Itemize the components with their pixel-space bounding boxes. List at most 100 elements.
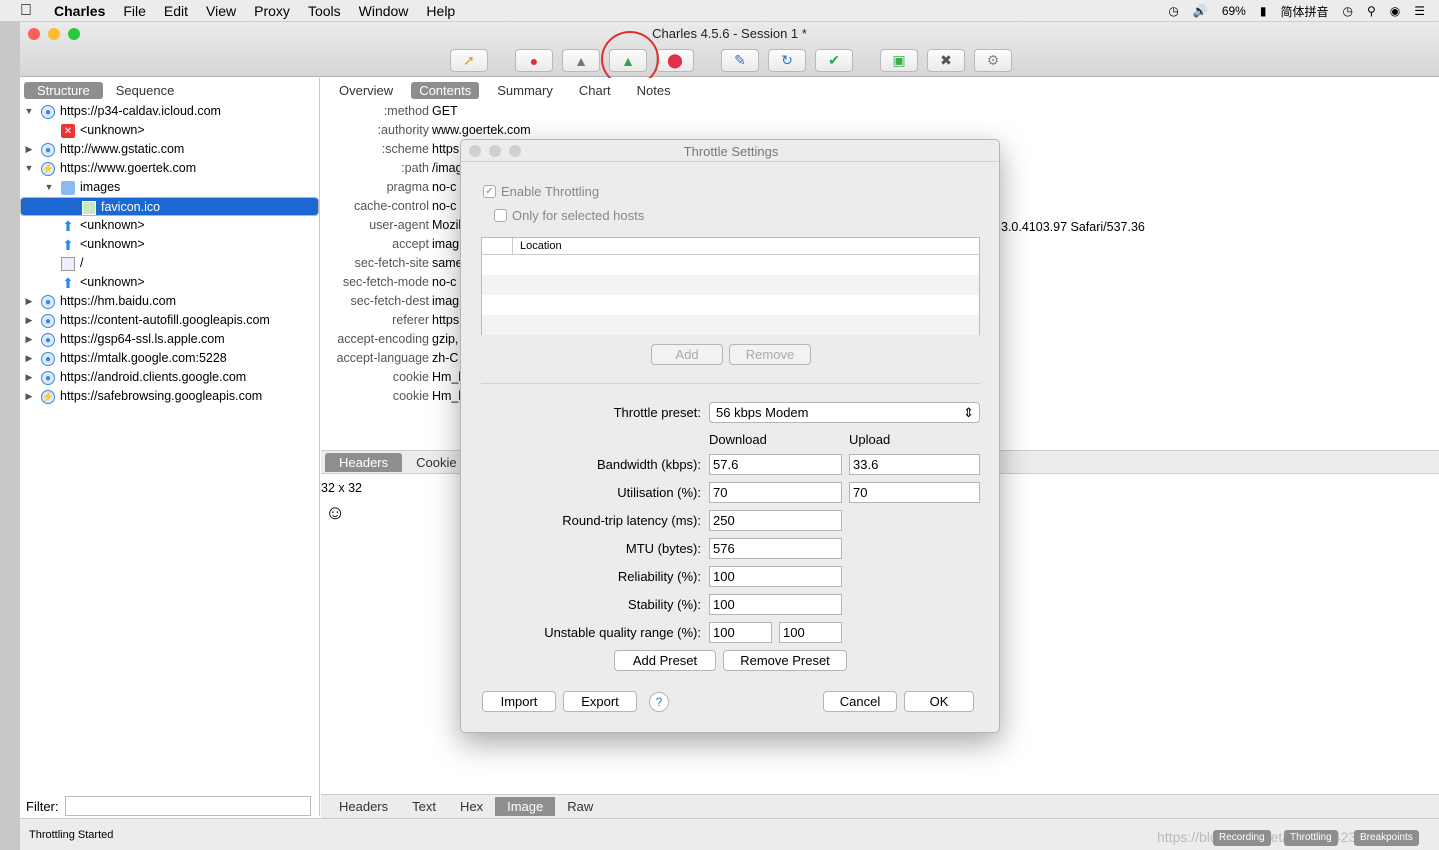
- menu-view[interactable]: View: [206, 0, 236, 22]
- disclosure-open-icon[interactable]: ▼: [24, 159, 34, 178]
- tab-overview[interactable]: Overview: [331, 82, 401, 99]
- header-row[interactable]: :authority www.goertek.com: [321, 121, 1439, 140]
- menu-window[interactable]: Window: [359, 0, 409, 22]
- spotlight-search-icon[interactable]: ⚲: [1367, 4, 1376, 18]
- apple-icon[interactable]: : [20, 0, 36, 22]
- tab-body-raw[interactable]: Raw: [555, 797, 605, 816]
- basket-button[interactable]: ▣: [880, 49, 918, 72]
- table-row[interactable]: [482, 255, 979, 275]
- tree-row[interactable]: ▶ ● https://gsp64-ssl.ls.apple.com: [20, 330, 319, 349]
- bandwidth-download-input[interactable]: 57.6: [709, 454, 842, 475]
- settings-button[interactable]: ⚙: [974, 49, 1012, 72]
- tree-row[interactable]: ▼ ⚡ https://www.goertek.com: [20, 159, 319, 178]
- add-preset-button[interactable]: Add Preset: [614, 650, 716, 671]
- disclosure-closed-icon[interactable]: ▶: [24, 311, 34, 330]
- validate-button[interactable]: ✔: [815, 49, 853, 72]
- repeat-button[interactable]: ↻: [768, 49, 806, 72]
- disclosure-closed-icon[interactable]: ▶: [24, 368, 34, 387]
- recording-status-button[interactable]: Recording: [1213, 830, 1271, 846]
- breakpoints-button[interactable]: ⬤: [656, 49, 694, 72]
- header-row[interactable]: :method GET: [321, 102, 1439, 121]
- tree-row[interactable]: ⬆ <unknown>: [20, 235, 319, 254]
- tools-button[interactable]: ✖: [927, 49, 965, 72]
- unstable-max-input[interactable]: 100: [779, 622, 842, 643]
- table-row[interactable]: [482, 315, 979, 335]
- remove-preset-button[interactable]: Remove Preset: [723, 650, 847, 671]
- latency-input[interactable]: 250: [709, 510, 842, 531]
- tree-row[interactable]: ▶ ● https://android.clients.google.com: [20, 368, 319, 387]
- ssl-proxying-button[interactable]: ▲: [562, 49, 600, 72]
- disclosure-closed-icon[interactable]: ▶: [24, 349, 34, 368]
- table-row[interactable]: [482, 295, 979, 315]
- export-button[interactable]: Export: [563, 691, 637, 712]
- tab-body-hex[interactable]: Hex: [448, 797, 495, 816]
- tree-row[interactable]: ▶ ● http://www.gstatic.com: [20, 140, 319, 159]
- bandwidth-upload-input[interactable]: 33.6: [849, 454, 980, 475]
- disclosure-closed-icon[interactable]: ▶: [24, 140, 34, 159]
- tree-row[interactable]: ▶ ● https://mtalk.google.com:5228: [20, 349, 319, 368]
- input-method[interactable]: 简体拼音: [1280, 3, 1328, 20]
- only-selected-hosts-checkbox[interactable]: Only for selected hosts: [494, 208, 644, 223]
- table-row[interactable]: [482, 275, 979, 295]
- siri-icon[interactable]: ◉: [1390, 4, 1400, 18]
- tab-contents[interactable]: Contents: [411, 81, 480, 99]
- menu-proxy[interactable]: Proxy: [254, 0, 290, 22]
- tab-body-image[interactable]: Image: [495, 797, 556, 816]
- stability-input[interactable]: 100: [709, 594, 842, 615]
- disclosure-closed-icon[interactable]: ▶: [24, 330, 34, 349]
- menu-tools[interactable]: Tools: [308, 0, 341, 22]
- menu-help[interactable]: Help: [426, 0, 455, 22]
- tab-response-headers[interactable]: Headers: [325, 452, 403, 472]
- tree-row-selected[interactable]: favicon.ico: [20, 197, 319, 216]
- clear-session-button[interactable]: ➚: [450, 49, 488, 72]
- wifi-icon[interactable]: ◷: [1168, 4, 1178, 18]
- tree-row[interactable]: /: [20, 254, 319, 273]
- clock-icon[interactable]: ◷: [1342, 4, 1352, 18]
- ok-button[interactable]: OK: [904, 691, 974, 712]
- mtu-input[interactable]: 576: [709, 538, 842, 559]
- reliability-input[interactable]: 100: [709, 566, 842, 587]
- tab-body-text[interactable]: Text: [400, 797, 448, 816]
- tab-body-headers[interactable]: Headers: [327, 797, 400, 816]
- tab-summary[interactable]: Summary: [489, 82, 561, 99]
- unstable-min-input[interactable]: 100: [709, 622, 772, 643]
- disclosure-open-icon[interactable]: ▼: [44, 178, 54, 197]
- help-icon[interactable]: ?: [649, 692, 669, 712]
- tree-row[interactable]: ▶ ⚡ https://safebrowsing.googleapis.com: [20, 387, 319, 406]
- tree-row[interactable]: ▶ ● https://content-autofill.googleapis.co…: [20, 311, 319, 330]
- enable-throttling-checkbox[interactable]: ✓ Enable Throttling: [483, 184, 599, 199]
- location-table[interactable]: Location: [481, 237, 980, 335]
- tree-row[interactable]: ▼ images: [20, 178, 319, 197]
- tree-row[interactable]: ⬆ <unknown>: [20, 273, 319, 292]
- tab-sequence[interactable]: Sequence: [103, 82, 188, 99]
- tab-notes[interactable]: Notes: [629, 82, 679, 99]
- record-button[interactable]: ●: [515, 49, 553, 72]
- filter-input[interactable]: [64, 796, 311, 816]
- tree-row[interactable]: ▼ ● https://p34-caldav.icloud.com: [20, 102, 319, 121]
- tab-chart[interactable]: Chart: [571, 82, 619, 99]
- add-location-button[interactable]: Add: [651, 344, 723, 365]
- tree-row[interactable]: ▶ ● https://hm.baidu.com: [20, 292, 319, 311]
- notification-center-icon[interactable]: ☰: [1414, 4, 1425, 18]
- utilisation-upload-input[interactable]: 70: [849, 482, 980, 503]
- disclosure-closed-icon[interactable]: ▶: [24, 387, 34, 406]
- menu-app-charles[interactable]: Charles: [54, 0, 105, 22]
- battery-percent[interactable]: 69%: [1222, 4, 1246, 18]
- throttle-preset-select[interactable]: 56 kbps Modem ⇕: [709, 402, 980, 423]
- tab-structure[interactable]: Structure: [24, 81, 103, 99]
- menu-file[interactable]: File: [123, 0, 146, 22]
- disclosure-open-icon[interactable]: ▼: [24, 102, 34, 121]
- breakpoints-status-button[interactable]: Breakpoints: [1354, 830, 1419, 846]
- checkmark-icon: ✓: [483, 185, 496, 198]
- cancel-button[interactable]: Cancel: [823, 691, 897, 712]
- compose-button[interactable]: ✎: [721, 49, 759, 72]
- volume-icon[interactable]: 🔊: [1193, 4, 1208, 18]
- tree-row[interactable]: ✕ <unknown>: [20, 121, 319, 140]
- throttling-status-button[interactable]: Throttling: [1284, 830, 1338, 846]
- disclosure-closed-icon[interactable]: ▶: [24, 292, 34, 311]
- tree-row[interactable]: ⬆ <unknown>: [20, 216, 319, 235]
- import-button[interactable]: Import: [482, 691, 556, 712]
- utilisation-download-input[interactable]: 70: [709, 482, 842, 503]
- menu-edit[interactable]: Edit: [164, 0, 188, 22]
- remove-location-button[interactable]: Remove: [729, 344, 811, 365]
